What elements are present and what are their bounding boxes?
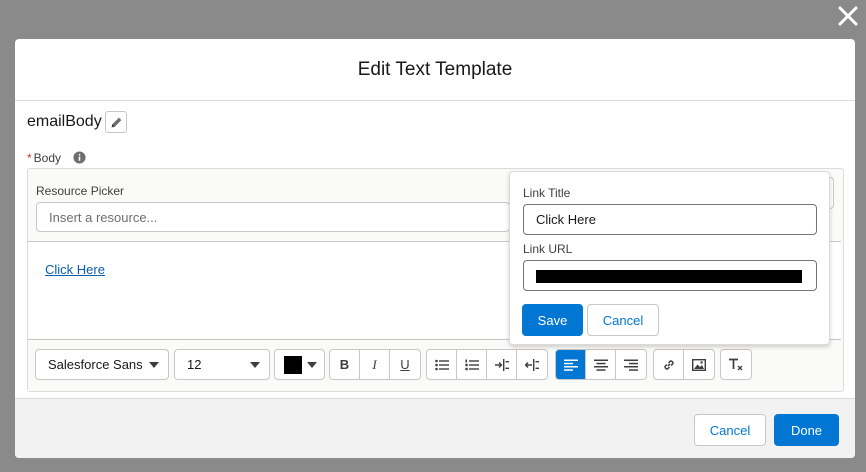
- resource-picker-input[interactable]: [36, 202, 510, 232]
- modal-header: Edit Text Template: [15, 39, 855, 101]
- numbered-list-icon: [464, 359, 479, 370]
- image-icon: [692, 358, 706, 371]
- insert-image-button[interactable]: [684, 350, 714, 379]
- info-icon[interactable]: [73, 151, 86, 164]
- clear-formatting-icon: [729, 358, 743, 370]
- chevron-down-icon: [250, 362, 260, 368]
- link-cancel-button[interactable]: Cancel: [587, 304, 659, 336]
- font-size-value: 12: [187, 357, 202, 372]
- text-color-picker[interactable]: [274, 349, 325, 380]
- edit-api-name-button[interactable]: [105, 111, 127, 133]
- link-popover: Link Title Click Here Link URL Save Canc…: [509, 171, 830, 345]
- indent-button[interactable]: [487, 350, 517, 379]
- align-center-icon: [593, 359, 608, 371]
- pencil-icon: [111, 117, 121, 127]
- align-left-button[interactable]: [556, 350, 586, 379]
- link-url-input[interactable]: [523, 260, 817, 291]
- modal-footer: Cancel Done: [15, 398, 855, 458]
- template-api-name: emailBody: [27, 113, 102, 130]
- cancel-button[interactable]: Cancel: [694, 414, 766, 446]
- done-button[interactable]: Done: [774, 414, 839, 446]
- link-title-value: Click Here: [536, 212, 596, 227]
- clear-formatting-button[interactable]: [721, 350, 751, 379]
- close-icon[interactable]: [836, 4, 860, 28]
- insert-link-button[interactable]: [654, 350, 684, 379]
- underline-icon: U: [400, 357, 410, 372]
- insert-button-group: [653, 349, 715, 380]
- clear-format-group: [720, 349, 752, 380]
- format-button-group: B I U: [329, 349, 421, 380]
- body-field-label: * Body: [27, 151, 61, 165]
- body-label-text: Body: [33, 151, 62, 165]
- link-title-input[interactable]: Click Here: [523, 204, 817, 235]
- link-url-label: Link URL: [523, 242, 573, 256]
- link-save-button[interactable]: Save: [522, 304, 583, 336]
- align-center-button[interactable]: [586, 350, 616, 379]
- bold-icon: B: [339, 357, 350, 372]
- redacted-url-value: [536, 270, 802, 283]
- align-right-icon: [624, 359, 638, 371]
- link-title-label: Link Title: [523, 186, 571, 200]
- alignment-button-group: [555, 349, 647, 380]
- list-button-group: [426, 349, 548, 380]
- required-marker: *: [27, 151, 32, 165]
- italic-icon: I: [372, 356, 377, 372]
- chevron-down-icon: [149, 362, 159, 368]
- bulleted-list-button[interactable]: [427, 350, 457, 379]
- rich-text-toolbar: Salesforce Sans 12 B I U: [28, 339, 841, 391]
- resource-picker-label: Resource Picker: [36, 184, 125, 198]
- color-swatch: [284, 356, 302, 374]
- chevron-down-icon: [307, 362, 317, 368]
- numbered-list-button[interactable]: [457, 350, 487, 379]
- underline-button[interactable]: U: [390, 350, 420, 379]
- font-family-value: Salesforce Sans: [48, 357, 143, 372]
- font-family-select[interactable]: Salesforce Sans: [35, 349, 169, 380]
- indent-icon: [494, 358, 509, 371]
- outdent-button[interactable]: [517, 350, 547, 379]
- content-link[interactable]: Click Here: [45, 262, 105, 277]
- modal-title: Edit Text Template: [357, 58, 513, 80]
- link-icon: [663, 359, 674, 370]
- italic-button[interactable]: I: [360, 350, 390, 379]
- bold-button[interactable]: B: [330, 350, 360, 379]
- align-right-button[interactable]: [616, 350, 646, 379]
- bulleted-list-icon: [434, 359, 449, 370]
- font-size-select[interactable]: 12: [174, 349, 270, 380]
- outdent-icon: [525, 358, 539, 371]
- align-left-icon: [563, 359, 578, 371]
